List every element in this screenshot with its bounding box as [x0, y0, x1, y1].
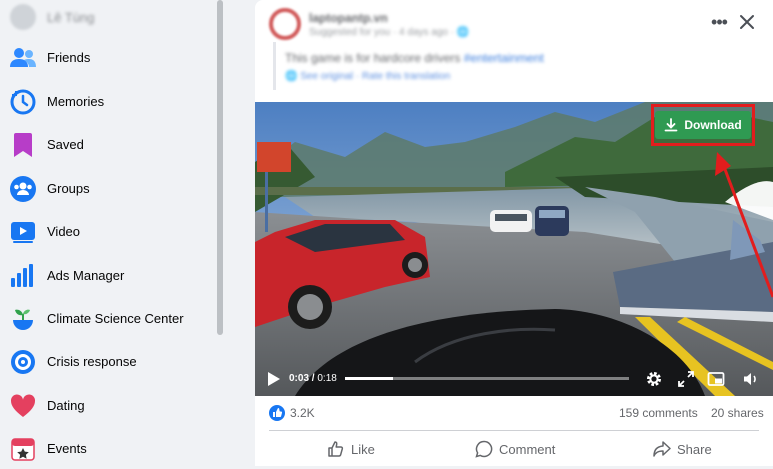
fullscreen-icon[interactable]	[677, 370, 695, 388]
events-icon	[10, 436, 36, 462]
dating-icon	[10, 393, 36, 419]
profile-link[interactable]: Lê Tùng	[10, 4, 94, 30]
post-text-body: This game is for hardcore drivers	[285, 51, 461, 65]
video-frame	[255, 102, 773, 396]
like-icon	[328, 441, 344, 457]
picture-in-picture-icon[interactable]	[707, 370, 725, 388]
saved-icon	[10, 132, 36, 158]
post-hashtag-link[interactable]: #entertainment	[464, 51, 544, 65]
download-icon	[664, 118, 678, 132]
more-options-button[interactable]: •••	[707, 10, 731, 34]
comment-label: Comment	[499, 441, 556, 457]
sidebar-item-crisis-response[interactable]: Crisis response	[0, 342, 215, 382]
share-button[interactable]: Share	[653, 436, 712, 462]
left-sidebar: Lê Tùng Friends Memories Saved Groups Vi…	[0, 0, 223, 469]
sidebar-item-ads-manager[interactable]: Ads Manager	[0, 256, 215, 296]
sidebar-item-label: Friends	[47, 50, 91, 65]
shares-count[interactable]: 20 shares	[711, 406, 764, 420]
like-button[interactable]: Like	[327, 436, 375, 462]
groups-icon	[10, 176, 36, 202]
video-player[interactable]	[255, 102, 773, 396]
time-current: 0:03	[289, 373, 310, 384]
video-controls: 0:03 / 0:18	[255, 362, 773, 396]
climate-icon	[10, 306, 36, 332]
video-icon	[10, 219, 36, 245]
like-reaction-icon[interactable]	[269, 405, 285, 421]
sidebar-item-events[interactable]: Events	[0, 429, 215, 469]
close-button[interactable]	[735, 10, 759, 34]
sidebar-item-video[interactable]: Video	[0, 212, 215, 252]
comments-count[interactable]: 159 comments	[619, 406, 698, 420]
friends-icon	[10, 45, 36, 71]
share-icon	[653, 441, 671, 457]
download-label: Download	[684, 118, 742, 132]
sidebar-item-saved[interactable]: Saved	[0, 125, 215, 165]
sidebar-scrollbar[interactable]	[217, 0, 223, 335]
post-card: laptopantp.vn Suggested for you · 4 days…	[255, 0, 773, 466]
sidebar-item-memories[interactable]: Memories	[0, 82, 215, 122]
sidebar-item-groups[interactable]: Groups	[0, 169, 215, 209]
likes-count[interactable]: 3.2K	[290, 406, 315, 420]
sidebar-item-label: Video	[47, 224, 81, 239]
translation-links[interactable]: 🌐 See original · Rate this translation	[285, 71, 450, 82]
settings-gear-icon[interactable]	[645, 370, 663, 388]
sidebar-item-label: Crisis response	[47, 354, 137, 369]
video-progress-bar[interactable]	[345, 377, 629, 380]
video-progress-fill	[345, 377, 394, 380]
sidebar-item-climate-science-center[interactable]: Climate Science Center	[0, 299, 215, 339]
share-label: Share	[677, 441, 712, 457]
post-author-name[interactable]: laptopantp.vn	[309, 11, 388, 25]
video-time: 0:03 / 0:18	[289, 373, 337, 384]
sidebar-item-friends[interactable]: Friends	[0, 38, 215, 78]
crisis-icon	[10, 349, 36, 375]
time-total: 0:18	[317, 373, 337, 384]
play-icon[interactable]	[267, 371, 281, 387]
comment-button[interactable]: Comment	[475, 436, 555, 462]
like-label: Like	[351, 441, 375, 457]
download-button[interactable]: Download	[655, 111, 751, 139]
sidebar-item-label: Events	[47, 441, 87, 456]
post-meta: Suggested for you · 4 days ago · 🌐	[309, 27, 470, 38]
sidebar-item-label: Dating	[47, 398, 85, 413]
avatar	[10, 4, 36, 30]
memories-icon	[10, 89, 36, 115]
quote-bar	[273, 42, 276, 90]
sidebar-item-label: Ads Manager	[47, 268, 125, 283]
post-author-avatar[interactable]	[269, 8, 301, 40]
post-text: This game is for hardcore drivers #enter…	[285, 51, 544, 65]
volume-icon[interactable]	[742, 370, 760, 388]
close-icon	[740, 15, 754, 29]
sidebar-item-label: Groups	[47, 181, 90, 196]
sidebar-item-dating[interactable]: Dating	[0, 386, 215, 426]
sidebar-item-label: Memories	[47, 94, 105, 109]
divider	[269, 430, 759, 431]
sidebar-item-label: Climate Science Center	[47, 311, 184, 326]
ads-manager-icon	[10, 263, 36, 289]
comment-icon	[475, 440, 493, 458]
sidebar-item-label: Saved	[47, 137, 84, 152]
profile-name: Lê Tùng	[47, 9, 95, 25]
